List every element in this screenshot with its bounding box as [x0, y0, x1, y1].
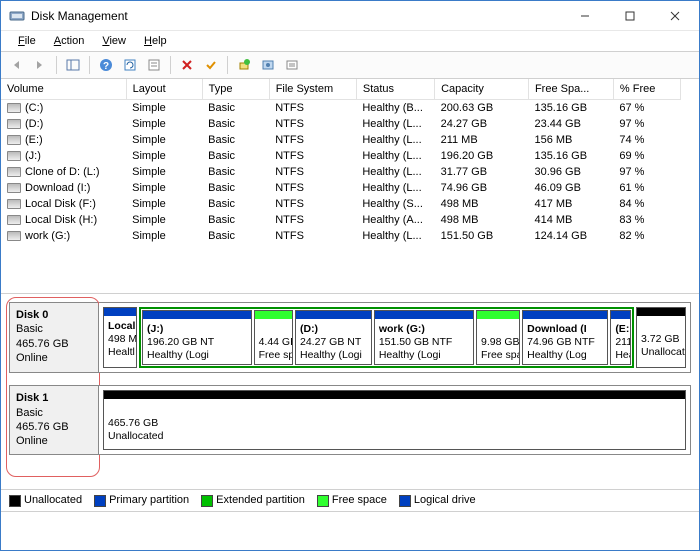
partition-j[interactable]: (J:)196.20 GB NTHealthy (Logi: [142, 310, 252, 365]
menu-file[interactable]: File: [9, 33, 45, 49]
attach-vhd-button[interactable]: [257, 54, 279, 76]
more-actions-button[interactable]: [281, 54, 303, 76]
volume-row[interactable]: Download (I:)SimpleBasicNTFSHealthy (L..…: [1, 180, 681, 196]
volume-row[interactable]: Local Disk (F:)SimpleBasicNTFSHealthy (S…: [1, 196, 681, 212]
rescan-button[interactable]: [143, 54, 165, 76]
col-type[interactable]: Type: [202, 79, 269, 100]
disk-map[interactable]: Disk 0 Basic 465.76 GB Online Local498 M…: [1, 294, 699, 489]
svg-text:?: ?: [103, 61, 109, 72]
drive-icon: [7, 103, 21, 113]
close-button[interactable]: [652, 2, 697, 30]
unallocated-d1[interactable]: 465.76 GBUnallocated: [103, 390, 686, 449]
drive-icon: [7, 199, 21, 209]
disk-row-1[interactable]: Disk 1 Basic 465.76 GB Online 465.76 GBU…: [9, 385, 691, 454]
col-freespace[interactable]: Free Spa...: [528, 79, 613, 100]
volume-row[interactable]: (D:)SimpleBasicNTFSHealthy (L...24.27 GB…: [1, 116, 681, 132]
col-fs[interactable]: File System: [269, 79, 356, 100]
menu-help[interactable]: Help: [135, 33, 176, 49]
legend-free-swatch: [317, 495, 329, 507]
free-space-1[interactable]: 4.44 GBFree spac: [254, 310, 293, 365]
volume-row[interactable]: (E:)SimpleBasicNTFSHealthy (L...211 MB15…: [1, 132, 681, 148]
drive-icon: [7, 167, 21, 177]
forward-button[interactable]: [29, 54, 51, 76]
disk-1-label[interactable]: Disk 1 Basic 465.76 GB Online: [9, 385, 99, 454]
partition-download-i[interactable]: Download (I74.96 GB NTFHealthy (Log: [522, 310, 608, 365]
legend-unallocated-swatch: [9, 495, 21, 507]
maximize-button[interactable]: [607, 2, 652, 30]
partition-d[interactable]: (D:)24.27 GB NTHealthy (Logi: [295, 310, 372, 365]
window-title: Disk Management: [31, 9, 562, 23]
back-button[interactable]: [5, 54, 27, 76]
drive-icon: [7, 215, 21, 225]
toolbar: ?: [1, 51, 699, 79]
statusbar: [1, 511, 699, 533]
menu-view[interactable]: View: [93, 33, 135, 49]
drive-icon: [7, 231, 21, 241]
drive-icon: [7, 183, 21, 193]
legend-logical-swatch: [399, 495, 411, 507]
volume-row[interactable]: work (G:)SimpleBasicNTFSHealthy (L...151…: [1, 228, 681, 244]
volume-row[interactable]: (C:)SimpleBasicNTFSHealthy (B...200.63 G…: [1, 100, 681, 117]
col-volume[interactable]: Volume: [1, 79, 126, 100]
volume-row[interactable]: Local Disk (H:)SimpleBasicNTFSHealthy (A…: [1, 212, 681, 228]
legend: Unallocated Primary partition Extended p…: [1, 489, 699, 511]
col-pctfree[interactable]: % Free: [613, 79, 680, 100]
column-headers[interactable]: Volume Layout Type File System Status Ca…: [1, 79, 681, 100]
unallocated-d0[interactable]: 3.72 GBUnallocat: [636, 307, 686, 368]
disk-0-graph: Local498 MHealtl (J:)196.20 GB NTHealthy…: [99, 302, 691, 373]
legend-extended-swatch: [201, 495, 213, 507]
show-hide-tree-button[interactable]: [62, 54, 84, 76]
menu-action[interactable]: Action: [45, 33, 94, 49]
partition-work-g[interactable]: work (G:)151.50 GB NTFHealthy (Logi: [374, 310, 474, 365]
disk-1-graph: 465.76 GBUnallocated: [99, 385, 691, 454]
col-layout[interactable]: Layout: [126, 79, 202, 100]
volume-list[interactable]: Volume Layout Type File System Status Ca…: [1, 79, 699, 294]
col-capacity[interactable]: Capacity: [435, 79, 529, 100]
titlebar[interactable]: Disk Management: [1, 1, 699, 31]
legend-primary-swatch: [94, 495, 106, 507]
refresh-button[interactable]: [119, 54, 141, 76]
menubar: File Action View Help: [1, 31, 699, 51]
volume-row[interactable]: (J:)SimpleBasicNTFSHealthy (L...196.20 G…: [1, 148, 681, 164]
volume-row[interactable]: Clone of D: (L:)SimpleBasicNTFSHealthy (…: [1, 164, 681, 180]
disk-row-0[interactable]: Disk 0 Basic 465.76 GB Online Local498 M…: [9, 302, 691, 373]
drive-icon: [7, 119, 21, 129]
free-space-2[interactable]: 9.98 GBFree space: [476, 310, 520, 365]
disk-management-icon: [9, 8, 25, 24]
help-button[interactable]: ?: [95, 54, 117, 76]
delete-button[interactable]: [176, 54, 198, 76]
minimize-button[interactable]: [562, 2, 607, 30]
check-button[interactable]: [200, 54, 222, 76]
extended-partition: (J:)196.20 GB NTHealthy (Logi 4.44 GBFre…: [139, 307, 634, 368]
disk-0-label[interactable]: Disk 0 Basic 465.76 GB Online: [9, 302, 99, 373]
col-status[interactable]: Status: [356, 79, 434, 100]
drive-icon: [7, 135, 21, 145]
new-volume-button[interactable]: [233, 54, 255, 76]
partition-local[interactable]: Local498 MHealtl: [103, 307, 137, 368]
drive-icon: [7, 151, 21, 161]
partition-e[interactable]: (E:211Hea: [610, 310, 631, 365]
